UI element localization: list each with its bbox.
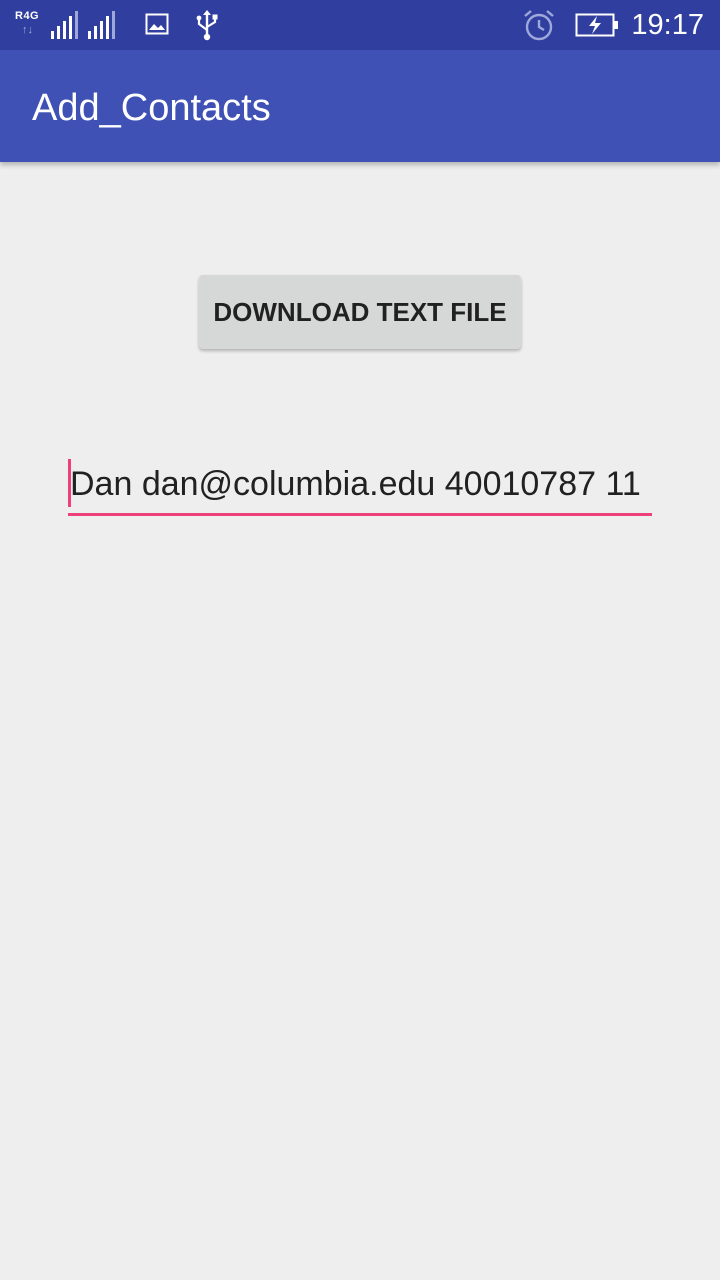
usb-icon: [196, 10, 218, 41]
gallery-icon: [145, 13, 169, 35]
network-type-label: R4G: [15, 10, 40, 22]
alarm-icon: [524, 10, 554, 41]
network-activity-icon: ↑↓: [22, 24, 33, 36]
signal-icon: [51, 11, 78, 39]
contact-text-field[interactable]: Dan dan@columbia.edu 40010787 11: [68, 456, 652, 516]
signal-icon: [88, 11, 115, 39]
text-cursor: [68, 459, 71, 507]
contact-input-value: Dan dan@columbia.edu 40010787 11: [70, 465, 641, 503]
status-clock: 19:17: [631, 9, 704, 41]
app-title: Add_Contacts: [32, 87, 271, 129]
status-bar: R4G ↑↓ 19:17: [0, 0, 720, 50]
download-text-file-button[interactable]: DOWNLOAD TEXT FILE: [199, 275, 521, 349]
app-bar: Add_Contacts: [0, 50, 720, 162]
battery-charging-icon: [575, 13, 618, 37]
